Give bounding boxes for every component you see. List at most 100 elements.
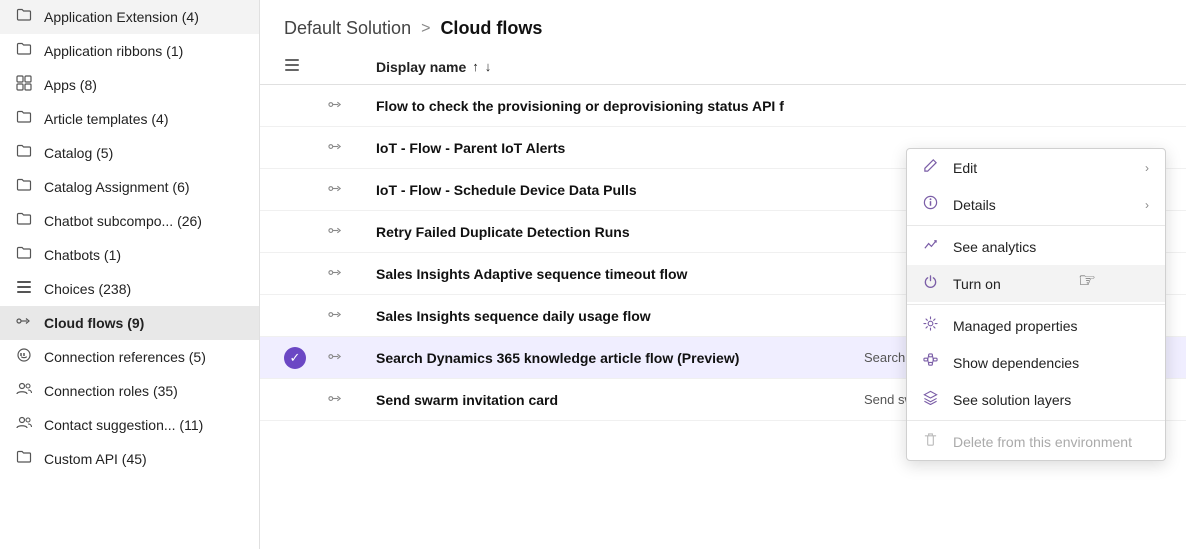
check-circle: ✓ xyxy=(284,347,306,369)
flow-type-icon xyxy=(328,223,368,241)
flow-name: Send swarm invitation card xyxy=(376,392,856,408)
header-check-col xyxy=(284,57,320,76)
flow-type-icon xyxy=(328,349,368,367)
ctx-item-label: Details xyxy=(953,197,996,213)
sort-asc-icon[interactable]: ↑ xyxy=(472,59,479,74)
sort-desc-icon[interactable]: ↓ xyxy=(485,59,492,74)
sidebar-item-article-templates[interactable]: Article templates (4) xyxy=(0,102,259,136)
sidebar-item-label: Chatbots (1) xyxy=(44,247,121,263)
folder-icon xyxy=(16,449,34,469)
people-icon xyxy=(16,415,34,435)
breadcrumb: Default Solution > Cloud flows xyxy=(260,0,1186,49)
ctx-item-show-dependencies[interactable]: Show dependencies xyxy=(907,344,1165,381)
table-row[interactable]: Flow to check the provisioning or deprov… xyxy=(260,85,1186,127)
plug-icon xyxy=(16,347,34,367)
list-icon xyxy=(16,279,34,299)
pencil-icon xyxy=(923,158,941,177)
folder-icon xyxy=(16,41,34,61)
table-header: Display name ↑ ↓ xyxy=(260,49,1186,85)
sidebar-item-contact-suggestion[interactable]: Contact suggestion... (11) xyxy=(0,408,259,442)
flow-name: Sales Insights sequence daily usage flow xyxy=(376,308,856,324)
ctx-item-delete: Delete from this environment xyxy=(907,423,1165,460)
folder-icon xyxy=(16,109,34,129)
sidebar-item-label: Connection roles (35) xyxy=(44,383,178,399)
sidebar-item-cloud-flows[interactable]: Cloud flows (9) xyxy=(0,306,259,340)
folder-icon xyxy=(16,143,34,163)
sidebar-item-label: Cloud flows (9) xyxy=(44,315,144,331)
context-menu: Edit › Details › See analytics Turn on Managed… xyxy=(906,148,1166,461)
sidebar-item-label: Application ribbons (1) xyxy=(44,43,183,59)
ctx-item-see-solution-layers[interactable]: See solution layers xyxy=(907,381,1165,418)
sidebar-item-label: Connection references (5) xyxy=(44,349,206,365)
trash-icon xyxy=(923,432,941,451)
flow-name: Flow to check the provisioning or deprov… xyxy=(376,98,856,114)
sidebar-item-connection-roles[interactable]: Connection roles (35) xyxy=(0,374,259,408)
flow-name: IoT - Flow - Parent IoT Alerts xyxy=(376,140,856,156)
ctx-item-label: See solution layers xyxy=(953,392,1071,408)
ctx-item-label: Edit xyxy=(953,160,977,176)
sidebar-item-label: Apps (8) xyxy=(44,77,97,93)
folder-icon xyxy=(16,177,34,197)
sidebar-item-label: Custom API (45) xyxy=(44,451,147,467)
ctx-divider xyxy=(907,420,1165,421)
ctx-divider xyxy=(907,304,1165,305)
sidebar-item-label: Choices (238) xyxy=(44,281,131,297)
sidebar-item-choices[interactable]: Choices (238) xyxy=(0,272,259,306)
chevron-right-icon: › xyxy=(1145,161,1149,175)
sidebar-item-chatbots[interactable]: Chatbots (1) xyxy=(0,238,259,272)
sidebar-item-apps[interactable]: Apps (8) xyxy=(0,68,259,102)
breadcrumb-parent[interactable]: Default Solution xyxy=(284,18,411,39)
ctx-item-label: Delete from this environment xyxy=(953,434,1132,450)
flow-name: IoT - Flow - Schedule Device Data Pulls xyxy=(376,182,856,198)
header-name-col[interactable]: Display name ↑ ↓ xyxy=(376,59,856,75)
sidebar-item-application-extension[interactable]: Application Extension (4) xyxy=(0,0,259,34)
column-display-name: Display name xyxy=(376,59,466,75)
ctx-item-label: Turn on xyxy=(953,276,1001,292)
sidebar-item-label: Contact suggestion... (11) xyxy=(44,417,203,433)
flow-type-icon xyxy=(328,391,368,409)
flow-name: Search Dynamics 365 knowledge article fl… xyxy=(376,350,856,366)
people-icon xyxy=(16,381,34,401)
power-icon xyxy=(923,274,941,293)
flow-type-icon xyxy=(328,139,368,157)
sidebar-item-chatbot-subcompo[interactable]: Chatbot subcompo... (26) xyxy=(0,204,259,238)
folder-icon xyxy=(16,245,34,265)
sidebar-item-application-ribbons[interactable]: Application ribbons (1) xyxy=(0,34,259,68)
sidebar-item-label: Article templates (4) xyxy=(44,111,168,127)
ctx-item-label: Managed properties xyxy=(953,318,1078,334)
info-icon xyxy=(923,195,941,214)
gear-icon xyxy=(923,316,941,335)
flow-icon xyxy=(16,313,34,333)
chart-icon xyxy=(923,237,941,256)
ctx-item-see-analytics[interactable]: See analytics xyxy=(907,228,1165,265)
flow-type-icon xyxy=(328,181,368,199)
breadcrumb-separator: > xyxy=(421,20,430,38)
sidebar-item-label: Chatbot subcompo... (26) xyxy=(44,213,202,229)
sidebar-item-label: Catalog (5) xyxy=(44,145,113,161)
sidebar-item-label: Catalog Assignment (6) xyxy=(44,179,190,195)
sidebar-item-label: Application Extension (4) xyxy=(44,9,199,25)
sidebar-item-custom-api[interactable]: Custom API (45) xyxy=(0,442,259,476)
flow-name: Retry Failed Duplicate Detection Runs xyxy=(376,224,856,240)
ctx-item-turn-on[interactable]: Turn on xyxy=(907,265,1165,302)
sidebar-item-catalog[interactable]: Catalog (5) xyxy=(0,136,259,170)
flow-type-icon xyxy=(328,307,368,325)
grid-icon xyxy=(16,75,34,95)
flow-type-icon xyxy=(328,97,368,115)
list-icon xyxy=(284,57,300,73)
ctx-item-details[interactable]: Details › xyxy=(907,186,1165,223)
layers-icon xyxy=(923,390,941,409)
breadcrumb-current: Cloud flows xyxy=(440,18,542,39)
folder-icon xyxy=(16,7,34,27)
sidebar-item-catalog-assignment[interactable]: Catalog Assignment (6) xyxy=(0,170,259,204)
row-check[interactable]: ✓ xyxy=(284,347,320,369)
chevron-right-icon: › xyxy=(1145,198,1149,212)
flow-name: Sales Insights Adaptive sequence timeout… xyxy=(376,266,856,282)
sidebar-item-connection-references[interactable]: Connection references (5) xyxy=(0,340,259,374)
ctx-item-label: Show dependencies xyxy=(953,355,1079,371)
ctx-item-edit[interactable]: Edit › xyxy=(907,149,1165,186)
ctx-item-managed-properties[interactable]: Managed properties xyxy=(907,307,1165,344)
ctx-item-label: See analytics xyxy=(953,239,1036,255)
sidebar: Application Extension (4) Application rib… xyxy=(0,0,260,549)
app-layout: Application Extension (4) Application rib… xyxy=(0,0,1186,549)
